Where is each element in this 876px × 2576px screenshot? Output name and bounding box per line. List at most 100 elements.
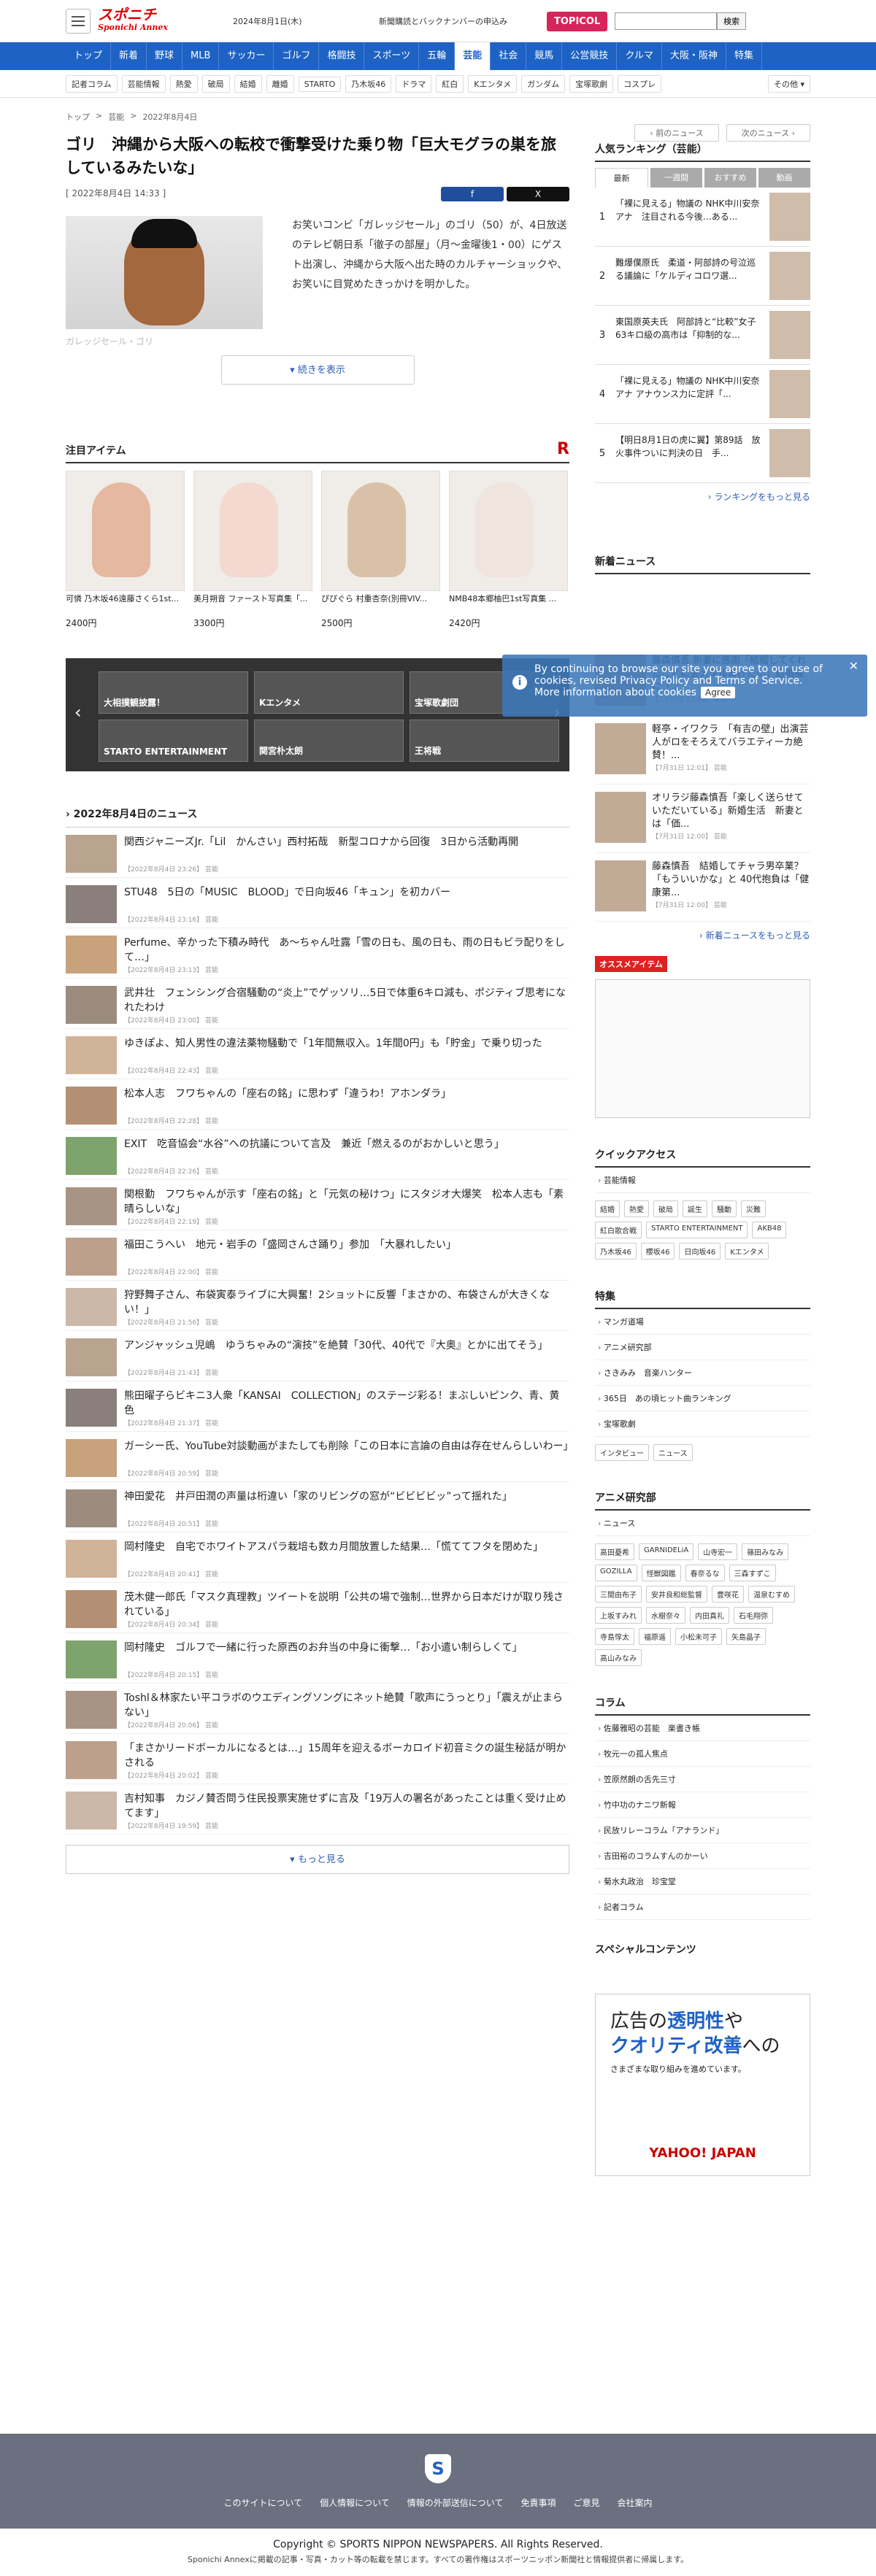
anime-tag[interactable]: 水樹奈々: [646, 1607, 685, 1624]
nav-item[interactable]: サッカー: [219, 42, 274, 70]
anime-tag[interactable]: 怪獣図鑑: [641, 1565, 681, 1581]
subnav-item[interactable]: STARTO: [298, 76, 342, 92]
footer-link[interactable]: 個人情報について: [320, 2496, 390, 2509]
quick-tag[interactable]: 破局: [653, 1200, 678, 1217]
special-link[interactable]: マンガ道場: [595, 1309, 810, 1335]
nav-item[interactable]: 公営競技: [562, 42, 618, 70]
breadcrumb-geino[interactable]: 芸能: [108, 111, 124, 123]
subnav-item[interactable]: 破局: [201, 75, 230, 93]
featured-item[interactable]: ぴぴぐら 村重杏奈(別冊VIV... 2500円: [321, 471, 440, 629]
anime-tag[interactable]: 矢島晶子: [726, 1628, 766, 1645]
quick-tag[interactable]: 紅白歌合戦: [595, 1222, 642, 1238]
news-row[interactable]: 岡村隆史 自宅でホワイトアスパラ栽培も数カ月間放置した結果…「慌ててフタを閉めた…: [66, 1532, 569, 1583]
quick-tag[interactable]: 結婚: [595, 1200, 620, 1217]
anime-tag[interactable]: 温泉むすめ: [748, 1586, 795, 1603]
special-tag[interactable]: ニュース: [653, 1444, 693, 1461]
news-row[interactable]: 狩野舞子さん、布袋寅泰ライブに大興奮！2ショットに反響「まさかの、布袋さんが大き…: [66, 1281, 569, 1331]
news-row[interactable]: アンジャッシュ児嶋 ゆうちゃみの“演技”を絶賛「30代、40代で『大奥』とかに出…: [66, 1331, 569, 1381]
nav-item[interactable]: 大阪・阪神: [662, 42, 726, 70]
featured-item[interactable]: NMB48本郷柚巴1st写真集 ... 2420円: [449, 471, 568, 629]
nav-item[interactable]: ゴルフ: [274, 42, 320, 70]
breadcrumb-date[interactable]: 2022年8月4日: [142, 111, 197, 123]
facebook-share-icon[interactable]: f: [441, 187, 504, 201]
subnav-item[interactable]: 結婚: [234, 75, 262, 93]
search-button[interactable]: 検索: [717, 12, 747, 30]
anime-tag[interactable]: 内田真礼: [690, 1607, 729, 1624]
news-row[interactable]: 武井壮 フェンシング合宿騒動の“炎上”でゲッソリ…5日で体重6キロ減も、ポジティ…: [66, 979, 569, 1029]
news-more-button[interactable]: ▾ もっと見る: [66, 1845, 569, 1874]
site-logo[interactable]: スポニチ Sponichi Annex: [98, 7, 226, 34]
ranking-row[interactable]: 1 「裸に見える」物議の NHK中川安奈アナ 注目される今後…ある...: [595, 188, 810, 247]
newarrival-row[interactable]: オリラジ藤森慎吾「楽しく送らせていただいている」新婚生活 新妻とは「価... 【7…: [595, 784, 810, 853]
anime-tag[interactable]: GOZILLA: [595, 1565, 637, 1581]
carousel-tile[interactable]: 関宮朴太朗: [254, 720, 404, 762]
footer-link[interactable]: ご意見: [573, 2496, 599, 2509]
news-row[interactable]: Toshl＆林家たい平コラボのウエディングソングにネット絶賛「歌声にうっとり」「…: [66, 1684, 569, 1734]
quick-tag[interactable]: 騒動: [712, 1200, 737, 1217]
readmore-button[interactable]: ▾ 続きを表示: [220, 355, 415, 385]
quick-tag[interactable]: Kエンタメ: [725, 1243, 769, 1260]
recommend-ad[interactable]: [595, 979, 810, 1118]
carousel-prev-icon[interactable]: ‹: [74, 702, 82, 722]
news-row[interactable]: 神田愛花 井戸田潤の声量は桁違い「家のリビングの窓が“ビビビビッ”って揺れた」【…: [66, 1482, 569, 1532]
next-news-button[interactable]: 次のニュース ›: [726, 124, 810, 142]
quick-tag[interactable]: AKB48: [752, 1222, 787, 1238]
subscription-link[interactable]: 新聞購読とバックナンバーの申込み: [379, 15, 547, 27]
nav-item[interactable]: 野球: [147, 42, 183, 70]
footer-link[interactable]: 免責事項: [520, 2496, 556, 2509]
subnav-item[interactable]: 宝塚歌劇: [569, 75, 614, 93]
news-row[interactable]: EXIT 吃音協会“水谷”への抗議について言及 兼近「燃えるのがおかしいと思う」…: [66, 1130, 569, 1180]
anime-tag[interactable]: 高山みなみ: [595, 1649, 642, 1666]
news-row[interactable]: Perfume、辛かった下積み時代 あ〜ちゃん吐露「雪の日も、風の日も、雨の日も…: [66, 928, 569, 979]
subnav-item[interactable]: 熱愛: [169, 75, 198, 93]
news-row[interactable]: 関根勤 フワちゃんが示す「座右の銘」と「元気の秘けつ」にスタジオ大爆笑 松本人志…: [66, 1180, 569, 1230]
carousel-tile[interactable]: 王将戦: [410, 720, 559, 762]
column-link[interactable]: 笠原然朗の舌先三寸: [595, 1767, 810, 1792]
subnav-more-button[interactable]: その他 ▾: [767, 75, 810, 93]
nav-item[interactable]: 社会: [491, 42, 527, 70]
news-row[interactable]: 「まさかリードボーカルになるとは…」15周年を迎えるボーカロイド初音ミクの誕生秘…: [66, 1734, 569, 1784]
quick-link[interactable]: 芸能情報: [595, 1168, 810, 1193]
nav-item[interactable]: 芸能: [455, 42, 491, 70]
anime-tag[interactable]: 豊咲花: [712, 1586, 744, 1603]
anime-tag[interactable]: 三森すずこ: [729, 1565, 776, 1581]
special-link[interactable]: 宝塚歌劇: [595, 1411, 810, 1437]
anime-tag[interactable]: 三間由布子: [595, 1586, 642, 1603]
subnav-item[interactable]: 紅白: [436, 75, 464, 93]
ranking-tab[interactable]: 一週間: [650, 168, 702, 188]
subnav-item[interactable]: 記者コラム: [66, 75, 118, 93]
newarrival-row[interactable]: 軽亭・イワクラ 「有吉の壁」出演芸人がロをそろえてバラエティーカ絶賛！... 【7…: [595, 716, 810, 784]
subnav-item[interactable]: 乃木坂46: [345, 75, 392, 93]
column-link[interactable]: 吉田裕のコラムすんのかーい: [595, 1843, 810, 1869]
nav-item[interactable]: 五輪: [419, 42, 456, 70]
anime-tag[interactable]: 石毛翔弥: [734, 1607, 773, 1624]
news-row[interactable]: 関西ジャニーズJr.「Lil かんさい」西村拓哉 新型コロナから回復 3日から活…: [66, 828, 569, 878]
subnav-item[interactable]: 離婚: [266, 75, 294, 93]
subnav-item[interactable]: ガンダム: [521, 75, 566, 93]
anime-tag[interactable]: 山寺宏一: [698, 1543, 738, 1560]
ranking-row[interactable]: 2 難爆僕原氏 柔道・阿部詩の号泣巡る議論に「ケルディコロワ選...: [595, 247, 810, 306]
carousel-tile[interactable]: Kエンタメ: [254, 671, 404, 714]
menu-icon[interactable]: [66, 9, 91, 34]
nav-item[interactable]: 競馬: [526, 42, 563, 70]
search-input[interactable]: [615, 12, 718, 30]
yahoo-ad[interactable]: 広告の透明性や クオリティ改善への さまざまな取り組みを進めています。 YAHOO…: [595, 1994, 810, 2176]
anime-tag[interactable]: 春奈るな: [685, 1565, 725, 1581]
quick-tag[interactable]: 日向坂46: [679, 1243, 721, 1260]
subnav-item[interactable]: Kエンタメ: [468, 75, 518, 93]
anime-tag[interactable]: 上坂すみれ: [595, 1607, 642, 1624]
news-row[interactable]: STU48 5日の「MUSIC BLOOD」で日向坂46「キュン」を初カバー 【2…: [66, 878, 569, 928]
nav-item[interactable]: トップ: [66, 42, 112, 70]
anime-tag[interactable]: 高田憂希: [595, 1543, 634, 1560]
nav-item[interactable]: 特集: [726, 42, 762, 70]
news-row[interactable]: 吉村知事 カジノ賛否問う住民投票実施せずに言及「19万人の署名があったことは重く…: [66, 1784, 569, 1835]
news-row[interactable]: 茂木健一郎氏「マスク真理教」ツイートを説明「公共の場で強制…世界から日本だけが取…: [66, 1583, 569, 1633]
news-row[interactable]: 熊田曜子らビキニ3人衆「KANSAI COLLECTION」のステージ彩る！まぶ…: [66, 1381, 569, 1432]
quick-tag[interactable]: 誕生: [683, 1200, 707, 1217]
ranking-tab[interactable]: おすすめ: [704, 168, 756, 188]
ranking-row[interactable]: 3 東国原英夫氏 阿部詩と“比較”女子63キロ級の高市は「抑制的な...: [595, 306, 810, 365]
special-link[interactable]: アニメ研究部: [595, 1335, 810, 1360]
column-link[interactable]: 菊水丸政治 珍宝堂: [595, 1869, 810, 1894]
footer-link[interactable]: このサイトについて: [223, 2496, 302, 2509]
newarrival-row[interactable]: 藤森慎吾 結婚してチャラ男卒業？「もういいかな」と 40代抱負は「健康第... 【…: [595, 853, 810, 922]
